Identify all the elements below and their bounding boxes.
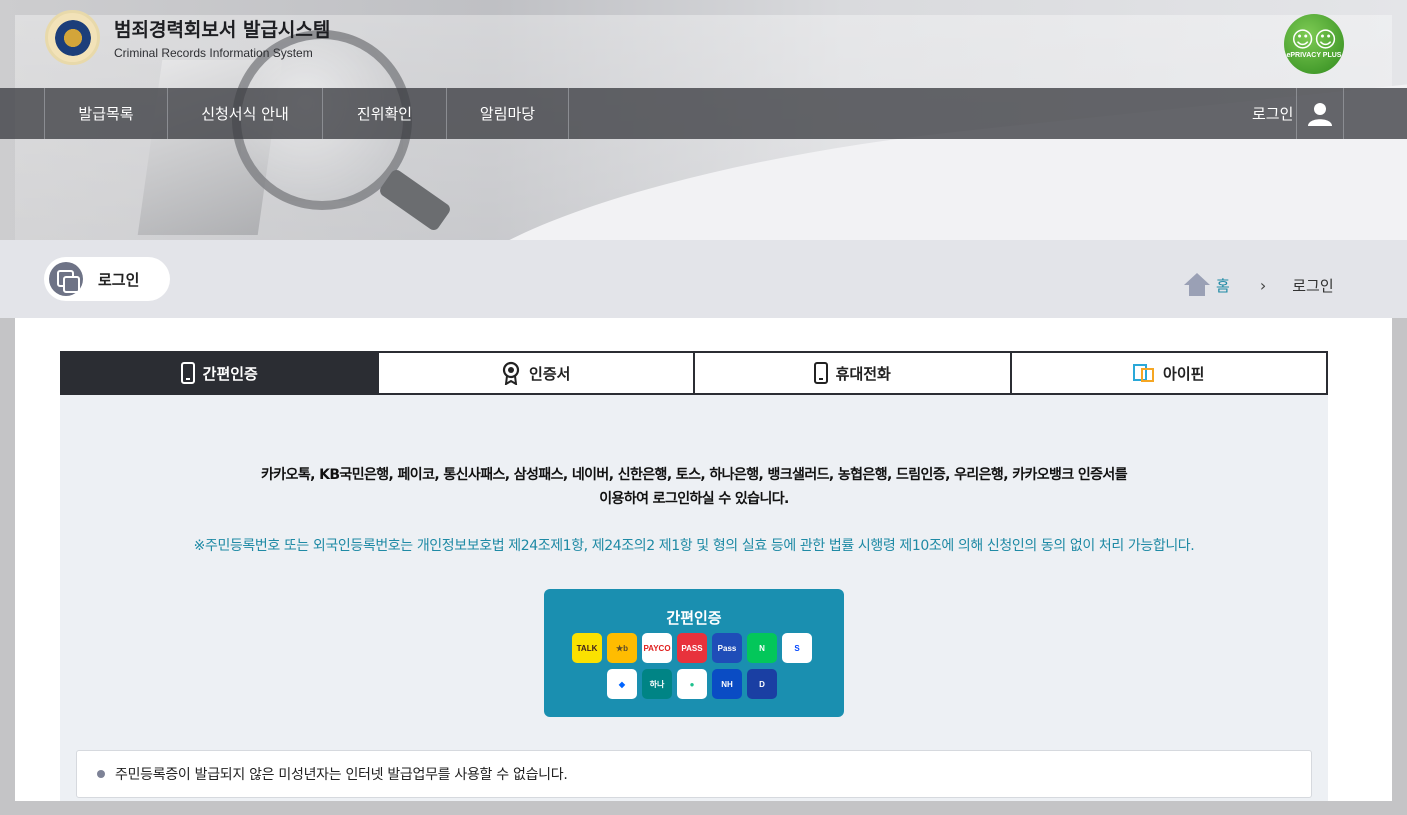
phone-icon	[180, 362, 195, 384]
provider-icons-row-2: ◆ 하나 ● NH D	[607, 669, 777, 699]
provider-icons-row-1: TALK ★b PAYCO PASS Pass N S	[572, 633, 812, 663]
site-title: 범죄경력회보서 발급시스템	[114, 19, 331, 41]
shinhan-bank-icon: S	[782, 633, 812, 663]
main-menu: 발급목록 신청서식 안내 진위확인 알림마당	[44, 88, 569, 139]
nav-item-notice-board[interactable]: 알림마당	[447, 88, 569, 139]
pass-icon: PASS	[677, 633, 707, 663]
samsung-pass-icon: Pass	[712, 633, 742, 663]
nav-item-issue-list[interactable]: 발급목록	[45, 88, 168, 139]
simple-auth-panel: 카카오톡, KB국민은행, 페이코, 통신사패스, 삼성패스, 네이버, 신한은…	[60, 395, 1328, 801]
breadcrumb-current: 로그인	[1292, 276, 1334, 295]
tab-mobile-phone[interactable]: 휴대전화	[695, 351, 1012, 395]
simple-auth-button-label: 간편인증	[666, 609, 722, 627]
tab-simple-auth[interactable]: 간편인증	[60, 351, 379, 395]
login-link[interactable]: 로그인	[1252, 88, 1293, 139]
top-navigation: 발급목록 신청서식 안내 진위확인 알림마당 로그인	[0, 88, 1407, 139]
hana-bank-icon: 하나	[642, 669, 672, 699]
main-content: 간편인증 인증서 휴대전화 아이핀 카카오톡, KB국민은행, 페이코, 통신사…	[15, 318, 1392, 801]
minor-notice-box: 주민등록증이 발급되지 않은 미성년자는 인터넷 발급업무를 사용할 수 없습니…	[76, 750, 1312, 798]
page-title-badge: 로그인	[44, 257, 170, 301]
page-title: 로그인	[98, 270, 140, 289]
user-icon	[1308, 102, 1332, 126]
user-icon-button[interactable]	[1296, 88, 1344, 139]
auth-description: 카카오톡, KB국민은행, 페이코, 통신사패스, 삼성패스, 네이버, 신한은…	[260, 467, 1128, 507]
dream-cert-icon: D	[747, 669, 777, 699]
breadcrumb-bar: 로그인 홈 › 로그인	[0, 240, 1407, 318]
nav-item-verification[interactable]: 진위확인	[323, 88, 447, 139]
banksalad-icon: ●	[677, 669, 707, 699]
eprivacy-badge-icon[interactable]: ☺☺ ePRIVACY PLUS	[1284, 14, 1344, 74]
tab-certificate[interactable]: 인증서	[378, 351, 695, 395]
police-emblem-icon	[45, 10, 100, 65]
toss-icon: ◆	[607, 669, 637, 699]
mobile-phone-icon	[813, 362, 828, 384]
kakaotalk-icon: TALK	[572, 633, 602, 663]
minor-notice-text: 주민등록증이 발급되지 않은 미성년자는 인터넷 발급업무를 사용할 수 없습니…	[115, 767, 568, 783]
breadcrumb: 홈 › 로그인	[1184, 273, 1334, 297]
auth-tabs: 간편인증 인증서 휴대전화 아이핀	[60, 351, 1328, 395]
tab-ipin[interactable]: 아이핀	[1011, 351, 1328, 395]
nav-item-form-guide[interactable]: 신청서식 안내	[168, 88, 323, 139]
site-subtitle: Criminal Records Information System	[114, 46, 313, 60]
kb-bank-icon: ★b	[607, 633, 637, 663]
eprivacy-label: ePRIVACY PLUS	[1286, 51, 1342, 59]
breadcrumb-home[interactable]: 홈	[1216, 275, 1230, 296]
nh-bank-icon: NH	[712, 669, 742, 699]
naver-icon: N	[747, 633, 777, 663]
bullet-icon	[97, 770, 105, 778]
simple-auth-button[interactable]: 간편인증 TALK ★b PAYCO PASS Pass N S ◆ 하나 ● NH D	[544, 589, 844, 717]
brand[interactable]: 범죄경력회보서 발급시스템 Criminal Records Informati…	[45, 10, 330, 65]
certificate-icon	[501, 361, 521, 385]
chevron-right-icon: ›	[1259, 275, 1267, 295]
page-icon	[49, 262, 83, 296]
home-icon[interactable]	[1184, 273, 1210, 297]
legal-notice: ※주민등록번호 또는 외국인등록번호는 개인정보보호법 제24조제1항, 제24…	[193, 538, 1195, 554]
payco-icon: PAYCO	[642, 633, 672, 663]
ipin-icon	[1133, 363, 1155, 383]
